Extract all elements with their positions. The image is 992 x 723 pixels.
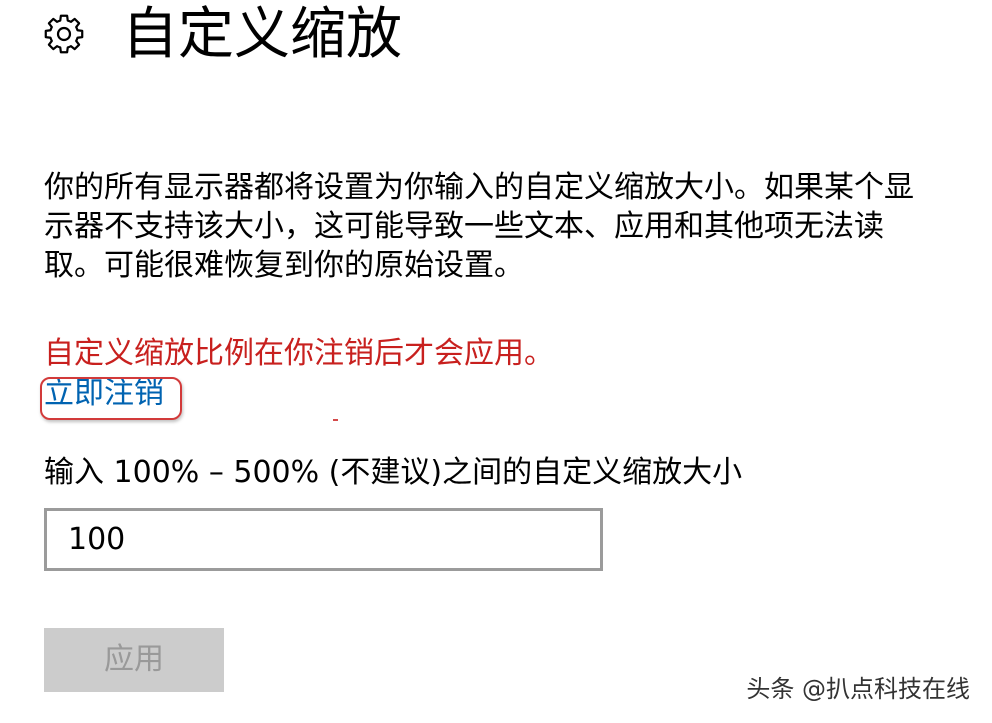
gear-icon-graphic: [44, 14, 84, 54]
gear-hole: [56, 26, 72, 42]
description-line: 取。可能很难恢复到你的原始设置。: [44, 248, 524, 283]
gear-icon: [44, 14, 84, 54]
description-paragraph: 你的所有显示器都将设置为你输入的自定义缩放大小。如果某个显 示器不支持该大小，这…: [44, 168, 944, 285]
scale-input-label: 输入 100% – 500% (不建议)之间的自定义缩放大小: [44, 455, 743, 490]
gear-outline: [44, 14, 84, 54]
sign-out-warning: 自定义缩放比例在你注销后才会应用。: [44, 336, 554, 371]
description-line: 示器不支持该大小，这可能导致一些文本、应用和其他项无法读: [44, 209, 884, 244]
sign-out-now-link[interactable]: 立即注销: [44, 374, 164, 413]
annotation-mark: [333, 419, 338, 421]
page-title: 自定义缩放: [122, 2, 402, 67]
apply-button[interactable]: 应用: [44, 628, 224, 692]
description-line: 你的所有显示器都将设置为你输入的自定义缩放大小。如果某个显: [44, 170, 914, 205]
watermark-text: 头条 @扒点科技在线: [746, 675, 970, 703]
custom-scale-input[interactable]: [44, 508, 603, 571]
